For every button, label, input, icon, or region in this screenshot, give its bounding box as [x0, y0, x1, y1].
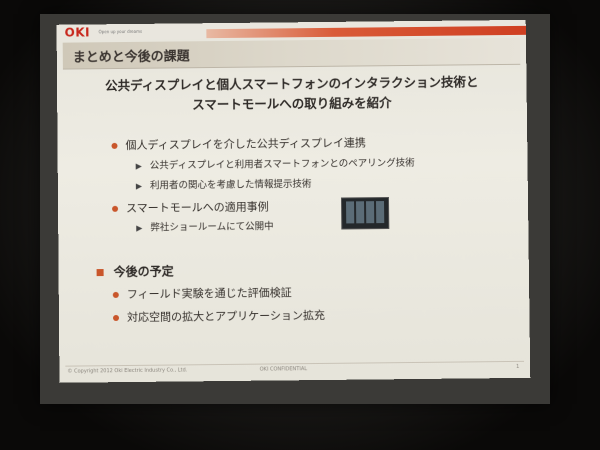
- sub-bullet-item: ▶ 弊社ショールームにて公開中: [136, 218, 274, 233]
- square-bullet-icon: [96, 269, 104, 277]
- oki-logo: OKI: [64, 25, 91, 40]
- bullet-item: フィールド実験を通じた評価検証: [112, 284, 292, 302]
- sub-bullet-item: ▶ 利用者の関心を考慮した情報提示技術: [136, 176, 312, 192]
- bullet-item: 対応空間の拡大とアプリケーション拡充: [112, 307, 326, 325]
- bullet-icon: [112, 205, 119, 212]
- slide-title: まとめと今後の課題: [72, 49, 190, 66]
- title-band: まとめと今後の課題: [62, 37, 521, 70]
- triangle-right-icon: ▶: [135, 181, 143, 191]
- copyright-text: © Copyright 2012 Oki Electric Industry C…: [67, 367, 188, 375]
- triangle-right-icon: ▶: [136, 223, 143, 233]
- lead-text: 公共ディスプレイと個人スマートフォンのインタラクション技術と スマートモールへの…: [65, 72, 519, 117]
- confidential-label: OKI CONFIDENTIAL: [259, 366, 308, 373]
- bullet-item: スマートモールへの適用事例: [112, 198, 269, 216]
- sub-bullet-item: ▶ 公共ディスプレイと利用者スマートフォンとのペアリング技術: [136, 155, 415, 172]
- bullet-text: スマートモールへの適用事例: [125, 200, 269, 215]
- bullet-text: フィールド実験を通じた評価検証: [126, 286, 292, 301]
- triangle-right-icon: ▶: [135, 161, 142, 171]
- sub-bullet-text: 利用者の関心を考慮した情報提示技術: [149, 178, 312, 192]
- sub-bullet-text: 公共ディスプレイと利用者スマートフォンとのペアリング技術: [149, 157, 415, 172]
- page-number: 1: [516, 363, 520, 370]
- bullet-icon: [112, 291, 119, 298]
- sub-bullet-text: 弊社ショールームにて公開中: [150, 221, 274, 234]
- section-title: 今後の予定: [113, 264, 174, 279]
- presentation-slide: OKI Open up your dreams まとめと今後の課題 公共ディスプ…: [56, 19, 531, 383]
- header-accent-bar: [206, 25, 526, 39]
- showroom-photo: [340, 196, 390, 230]
- logo-tagline: Open up your dreams: [98, 28, 143, 35]
- bullet-text: 個人ディスプレイを介した公共ディスプレイ連携: [125, 136, 366, 152]
- bullet-item: 個人ディスプレイを介した公共ディスプレイ連携: [111, 134, 366, 153]
- bullet-icon: [112, 314, 120, 322]
- bullet-icon: [111, 142, 118, 149]
- section-heading: 今後の予定: [96, 262, 174, 280]
- bullet-text: 対応空間の拡大とアプリケーション拡充: [126, 308, 326, 324]
